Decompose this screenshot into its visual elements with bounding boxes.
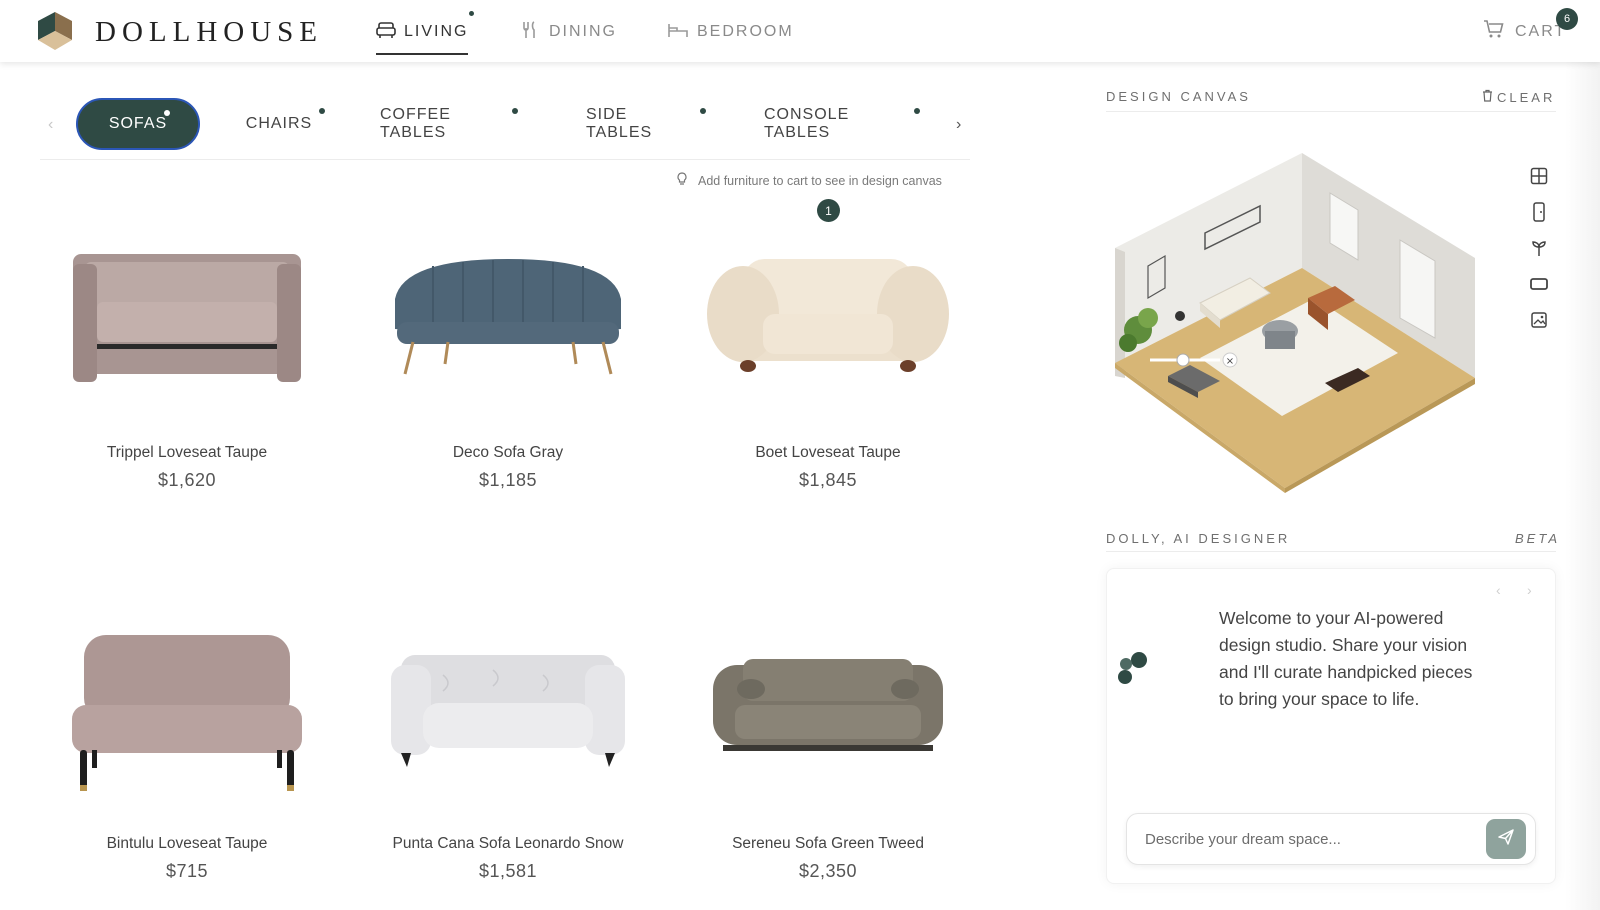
send-icon xyxy=(1497,828,1515,851)
cart-hint-text: Add furniture to cart to see in design c… xyxy=(698,173,942,188)
chat-next-arrow-icon[interactable]: › xyxy=(1527,582,1532,598)
product-image[interactable] xyxy=(37,194,337,444)
clear-label: CLEAR xyxy=(1497,89,1556,105)
ai-designer-heading: DOLLY, AI DESIGNER xyxy=(1106,531,1291,546)
top-header: DOLLHOUSE LIVING DINING BEDROOM CART 6 xyxy=(0,0,1600,62)
product-card[interactable]: Deco Sofa Gray $1,185 xyxy=(358,194,658,491)
product-name[interactable]: Punta Cana Sofa Leonardo Snow xyxy=(358,835,658,853)
door-icon[interactable] xyxy=(1528,201,1550,223)
dream-space-input[interactable] xyxy=(1126,813,1536,865)
tab-sofas[interactable]: SOFAS xyxy=(76,98,200,150)
lightbulb-icon xyxy=(676,172,688,189)
tab-side-tables[interactable]: SIDE TABLES xyxy=(586,98,706,150)
tab-side-tables-label: SIDE TABLES xyxy=(586,106,653,141)
product-card[interactable]: Sereneu Sofa Green Tweed $2,350 xyxy=(678,585,978,882)
product-image[interactable] xyxy=(358,585,658,835)
divider xyxy=(1106,551,1556,552)
chat-prev-arrow-icon[interactable]: ‹ xyxy=(1496,582,1501,598)
product-image[interactable] xyxy=(678,194,978,444)
tabs-next-arrow-icon[interactable]: › xyxy=(956,116,961,134)
tabs-prev-arrow-icon[interactable]: ‹ xyxy=(48,116,53,134)
bed-icon xyxy=(667,21,689,44)
category-tabs: ‹ SOFAS CHAIRS COFFEE TABLES SIDE TABLES… xyxy=(40,92,970,160)
divider xyxy=(1106,111,1556,112)
product-name[interactable]: Bintulu Loveseat Taupe xyxy=(37,835,337,853)
trash-icon xyxy=(1482,89,1493,105)
cart-count-badge: 6 xyxy=(1556,8,1578,30)
tab-chairs-label: CHAIRS xyxy=(245,115,313,132)
product-price: $1,845 xyxy=(798,470,858,490)
dolly-avatar-icon xyxy=(1117,650,1151,686)
tab-coffee-tables-dot xyxy=(512,108,518,114)
rug-icon[interactable] xyxy=(1528,273,1550,295)
wall-art-icon[interactable] xyxy=(1528,309,1550,331)
product-price: $1,185 xyxy=(478,470,538,490)
edge-shadow xyxy=(1565,62,1600,910)
dollhouse-logo-icon[interactable] xyxy=(38,12,72,50)
grid-view-icon[interactable] xyxy=(1528,165,1550,187)
tab-sofas-dot xyxy=(164,110,170,116)
product-name[interactable]: Deco Sofa Gray xyxy=(358,444,658,462)
nav-bedroom-label: BEDROOM xyxy=(697,23,794,40)
product-image[interactable] xyxy=(37,585,337,835)
nav-dining-label: DINING xyxy=(549,23,617,40)
nav-bedroom[interactable]: BEDROOM xyxy=(667,18,794,46)
product-card[interactable]: Bintulu Loveseat Taupe $715 xyxy=(37,585,337,882)
tab-coffee-tables-label: COFFEE TABLES xyxy=(380,106,451,141)
tab-console-tables[interactable]: CONSOLE TABLES xyxy=(764,98,920,150)
fork-knife-icon xyxy=(521,20,541,45)
tab-coffee-tables[interactable]: COFFEE TABLES xyxy=(380,98,518,150)
tab-chairs[interactable]: CHAIRS xyxy=(237,98,325,150)
tab-sofas-label: SOFAS xyxy=(108,115,168,132)
nav-living[interactable]: LIVING xyxy=(376,11,475,55)
cart-icon xyxy=(1483,18,1505,45)
sofa-icon xyxy=(376,21,396,44)
tab-console-tables-label: CONSOLE TABLES xyxy=(764,106,850,141)
plant-icon[interactable] xyxy=(1528,237,1550,259)
product-card[interactable]: Punta Cana Sofa Leonardo Snow $1,581 xyxy=(358,585,658,882)
design-canvas-room[interactable]: × xyxy=(1110,148,1490,493)
product-name[interactable]: Trippel Loveseat Taupe xyxy=(37,444,337,462)
brand-name[interactable]: DOLLHOUSE xyxy=(95,16,323,49)
product-name[interactable]: Boet Loveseat Taupe xyxy=(678,444,978,462)
cart-hint: Add furniture to cart to see in design c… xyxy=(676,172,942,189)
clear-canvas-button[interactable]: CLEAR xyxy=(1482,89,1555,105)
ai-welcome-message: Welcome to your AI-powered design studio… xyxy=(1219,608,1473,709)
nav-living-label: LIVING xyxy=(404,23,469,40)
send-button[interactable] xyxy=(1486,819,1526,859)
tab-console-tables-dot xyxy=(914,108,920,114)
nav-dining[interactable]: DINING xyxy=(521,18,617,46)
cart-button[interactable]: CART xyxy=(1483,18,1566,45)
product-price: $1,581 xyxy=(478,861,538,881)
nav-living-dot xyxy=(469,11,475,16)
product-image[interactable] xyxy=(358,194,658,444)
beta-badge: BETA xyxy=(1515,531,1560,546)
tab-side-tables-dot xyxy=(700,108,706,114)
product-price: $2,350 xyxy=(798,861,858,881)
tab-chairs-dot xyxy=(319,108,325,114)
product-card[interactable]: Trippel Loveseat Taupe $1,620 xyxy=(37,194,337,491)
product-price: $1,620 xyxy=(157,470,217,490)
product-name[interactable]: Sereneu Sofa Green Tweed xyxy=(678,835,978,853)
product-image[interactable] xyxy=(678,585,978,835)
svg-text:×: × xyxy=(1226,356,1234,367)
product-price: $715 xyxy=(165,861,209,881)
design-canvas-heading: DESIGN CANVAS xyxy=(1106,89,1251,104)
product-card[interactable]: Boet Loveseat Taupe $1,845 xyxy=(678,194,978,491)
